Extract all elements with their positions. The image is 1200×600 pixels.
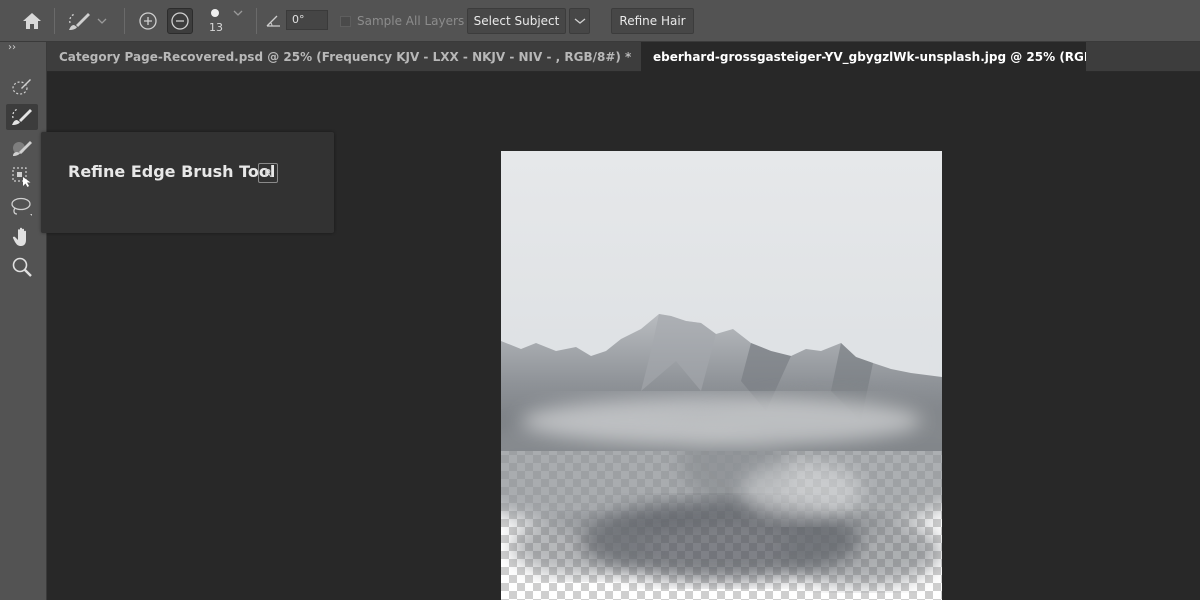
home-button[interactable] [18, 9, 46, 33]
refine-edge-brush-tool[interactable] [6, 104, 38, 130]
add-to-selection-icon [139, 12, 157, 30]
sample-all-layers-option[interactable]: Sample All Layers [340, 13, 464, 29]
tab-label: eberhard-grossgasteiger-YV_gbygzlWk-unsp… [653, 50, 1086, 64]
subtract-mode-button[interactable] [167, 8, 193, 34]
refine-edge-brush-icon [12, 108, 32, 125]
zoom-tool[interactable] [6, 254, 38, 280]
chevron-down-icon [574, 18, 585, 24]
options-bar: 13 0° Sample All Layers Select Subject R… [0, 0, 1200, 42]
separator [124, 8, 125, 34]
lasso-tool[interactable] [6, 194, 38, 220]
tool-tooltip: Refine Edge Brush Tool R [41, 132, 334, 233]
select-subject-button[interactable]: Select Subject [467, 8, 566, 34]
separator [256, 8, 257, 34]
tool-preset-picker[interactable] [62, 8, 112, 34]
hand-icon [12, 227, 26, 246]
chevron-down-icon [97, 18, 107, 24]
sample-all-layers-checkbox[interactable] [340, 15, 351, 27]
object-selection-tool[interactable] [6, 164, 38, 190]
add-mode-button[interactable] [136, 9, 160, 33]
zoom-icon [12, 257, 32, 277]
brush-picker[interactable]: 13 [204, 4, 250, 38]
brush-tip-preview [211, 8, 219, 17]
toolbar-collapse-button[interactable]: ›› [8, 42, 16, 53]
tooltip-title: Refine Edge Brush Tool [68, 162, 276, 181]
mountain-photo [501, 151, 942, 600]
tab-category-page[interactable]: Category Page-Recovered.psd @ 25% (Frequ… [47, 42, 639, 72]
hand-tool[interactable] [6, 224, 38, 250]
document-image[interactable] [501, 151, 942, 600]
angle-icon [266, 15, 280, 27]
lasso-icon [11, 197, 32, 216]
quick-selection-tool[interactable] [6, 74, 38, 100]
tab-eberhard-unsplash[interactable]: eberhard-grossgasteiger-YV_gbygzlWk-unsp… [641, 42, 1086, 72]
sample-all-layers-label: Sample All Layers [357, 14, 465, 28]
toolbar: ›› [0, 42, 47, 600]
subtract-from-selection-icon [171, 12, 189, 30]
chevron-down-icon [233, 10, 243, 16]
angle-icon-wrap [264, 12, 282, 30]
refine-hair-button[interactable]: Refine Hair [611, 8, 694, 34]
home-icon [23, 13, 41, 29]
brush-tool[interactable] [6, 134, 38, 160]
brush-icon [13, 141, 32, 156]
angle-input[interactable]: 0° [286, 10, 328, 30]
document-tab-bar: Category Page-Recovered.psd @ 25% (Frequ… [47, 42, 1200, 72]
brush-size-value: 13 [209, 20, 223, 34]
separator [54, 8, 55, 34]
refine-edge-brush-icon [69, 13, 90, 30]
select-subject-dropdown[interactable] [569, 8, 590, 34]
tooltip-shortcut-key: R [258, 163, 278, 183]
object-selection-icon [12, 167, 31, 187]
quick-selection-icon [12, 79, 31, 95]
tab-label: Category Page-Recovered.psd @ 25% (Frequ… [59, 50, 632, 64]
